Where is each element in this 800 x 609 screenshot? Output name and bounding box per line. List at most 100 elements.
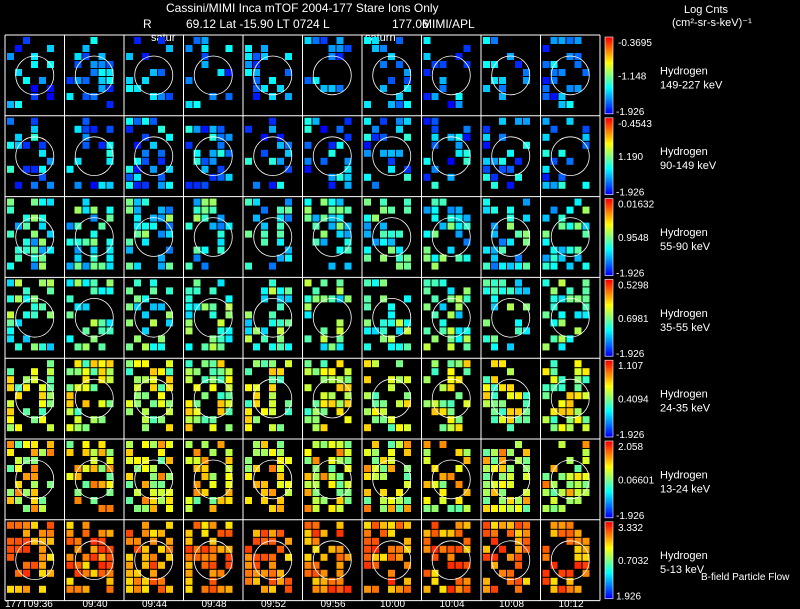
pixel-cell [106,101,114,108]
pixel-cell [304,335,312,343]
pixel-cell [126,262,133,270]
pixel-cell [201,165,209,173]
pixel-cell [47,279,54,287]
pixel-cell [209,343,217,351]
pixel-cell [150,69,157,76]
pixel-cell [550,416,558,424]
pixel-cell [463,133,471,141]
pixel-cell [245,465,252,472]
pixel-cell [158,343,165,351]
pixel-cell [245,157,252,165]
pixel-cell [201,246,209,254]
pixel-cell [380,230,387,238]
pixel-cell [90,569,98,577]
pixel-cell [269,529,276,537]
x-tick-label: 10:04 [440,599,465,609]
pixel-cell [328,585,336,593]
pixel-cell [542,173,550,181]
pixel-cell [320,279,328,287]
pixel-cell [566,424,574,432]
pixel-cell [15,133,22,141]
pixel-cell [166,424,173,432]
pixel-cell [364,424,371,432]
pixel-cell [515,157,522,165]
pixel-cell [185,529,193,537]
pixel-cell [312,214,320,222]
pixel-cell [217,408,225,416]
pixel-cell [499,521,506,529]
pixel-cell [320,585,328,593]
pixel-cell [66,585,74,593]
pixel-cell [261,569,268,577]
pixel-cell [23,141,30,149]
pixel-cell [566,473,574,480]
pixel-cell [507,577,514,585]
pixel-cell [336,279,344,287]
pixel-cell [201,303,209,311]
pixel-cell [277,569,284,577]
pixel-cell [404,101,411,108]
colorbar-min-label: -1.926 [616,511,645,522]
pixel-cell [209,157,217,165]
pixel-cell [134,198,141,206]
pixel-cell [550,125,558,133]
pixel-cell [201,473,209,480]
pixel-cell [455,481,463,488]
pixel-cell [7,408,14,416]
pixel-cell [455,303,463,311]
pixel-cell [277,181,284,189]
pixel-cell [7,424,14,432]
colorbar-max-label: 2.058 [618,442,643,453]
pixel-cell [574,246,582,254]
pixel-cell [150,441,157,448]
pixel-cell [336,400,344,408]
pixel-cell [74,497,82,504]
pixel-cell [491,343,498,351]
pixel-cell [483,376,490,384]
pixel-cell [336,246,344,254]
pixel-cell [82,465,90,472]
pixel-cell [7,335,14,343]
pixel-cell [82,368,90,376]
saturn-outline [431,55,471,96]
pixel-cell [558,529,566,537]
pixel-cell [372,45,379,52]
pixel-cell [166,133,173,141]
pixel-cell [483,173,490,181]
pixel-cell [245,424,252,432]
pixel-cell [15,295,22,303]
pixel-cell [523,262,530,270]
pixel-cell [150,343,157,351]
pixel-cell [158,545,165,553]
pixel-cell [380,400,387,408]
pixel-cell [439,529,447,537]
pixel-cell [499,481,506,488]
pixel-cell [277,206,284,214]
pixel-cell [515,561,522,569]
pixel-cell [285,360,292,368]
pixel-cell [491,295,498,303]
pixel-cell [336,521,344,529]
pixel-cell [431,117,439,125]
pixel-cell [582,295,590,303]
pixel-cell [574,85,582,92]
pixel-cell [380,222,387,230]
pixel-cell [491,537,498,545]
pixel-cell [304,117,312,125]
pixel-cell [142,441,149,448]
pixel-cell [150,497,157,504]
pixel-cell [47,198,54,206]
pixel-cell [344,457,352,464]
pixel-cell [142,327,149,335]
pixel-cell [7,465,14,472]
pixel-cell [304,505,312,512]
pixel-cell [31,473,38,480]
pixel-cell [423,37,431,44]
pixel-cell [328,343,336,351]
pixel-cell [380,473,387,480]
pixel-cell [566,489,574,496]
pixel-cell [261,238,268,246]
pixel-cell [277,505,284,512]
pixel-cell [185,585,193,593]
pixel-cell [542,230,550,238]
